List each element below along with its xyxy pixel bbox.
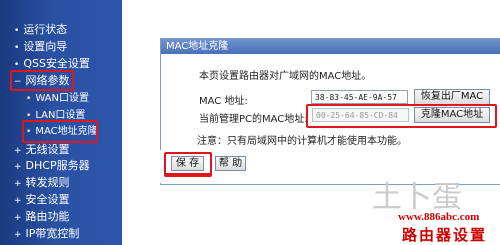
panel-note: 注意：只有局域网中的计算机才能使用本功能。 bbox=[197, 136, 407, 147]
site-url: www.886abc.com bbox=[398, 211, 480, 223]
bullet-icon: • bbox=[14, 26, 20, 36]
bullet-icon: • bbox=[14, 43, 20, 53]
bullet-icon: • bbox=[26, 94, 32, 104]
sidebar-item-forwarding[interactable]: + 转发规则 bbox=[14, 175, 70, 191]
sidebar-nav: • 运行状态 • 设置向导 • QSS安全设置 − 网络参数 • WAN口设置 • LAN口… bbox=[0, 0, 122, 245]
restore-factory-mac-button[interactable]: 恢复出厂MAC bbox=[414, 89, 490, 105]
sidebar-item-dhcp[interactable]: + DHCP服务器 bbox=[14, 158, 90, 174]
mac-address-field[interactable]: 38-83-45-AE-9A-57 bbox=[311, 90, 408, 104]
bullet-icon: + bbox=[14, 162, 22, 172]
sidebar-item-security[interactable]: + 安全设置 bbox=[14, 192, 70, 208]
save-underline bbox=[164, 173, 211, 175]
pc-mac-label: 当前管理PC的MAC地址: bbox=[199, 114, 308, 125]
sidebar-item-bandwidth[interactable]: + IP带宽控制 bbox=[14, 226, 79, 242]
sidebar-item-routing[interactable]: + 路由功能 bbox=[14, 209, 70, 225]
mac-address-label: MAC 地址: bbox=[199, 96, 248, 107]
site-name: 路由器设置 bbox=[402, 226, 488, 244]
clone-highlight-box bbox=[306, 104, 497, 128]
bullet-icon: + bbox=[14, 230, 22, 240]
sidebar-item-wan[interactable]: • WAN口设置 bbox=[26, 91, 89, 107]
panel-description: 本页设置路由器对广域网的MAC地址。 bbox=[199, 71, 372, 82]
help-button[interactable]: 帮 助 bbox=[215, 156, 246, 171]
sidebar-item-wireless[interactable]: + 无线设置 bbox=[14, 142, 70, 158]
bullet-icon: + bbox=[14, 196, 22, 206]
sidebar-item-status[interactable]: • 运行状态 bbox=[14, 22, 67, 38]
panel-title: MAC地址克隆 bbox=[161, 39, 500, 54]
bullet-icon: • bbox=[14, 60, 20, 70]
bullet-icon: + bbox=[14, 146, 22, 156]
mac-clone-highlight-box bbox=[22, 120, 98, 143]
bullet-icon: + bbox=[14, 179, 22, 189]
sidebar-item-wizard[interactable]: • 设置向导 bbox=[14, 39, 67, 55]
network-highlight-box bbox=[10, 70, 74, 91]
bullet-icon: + bbox=[14, 213, 22, 223]
